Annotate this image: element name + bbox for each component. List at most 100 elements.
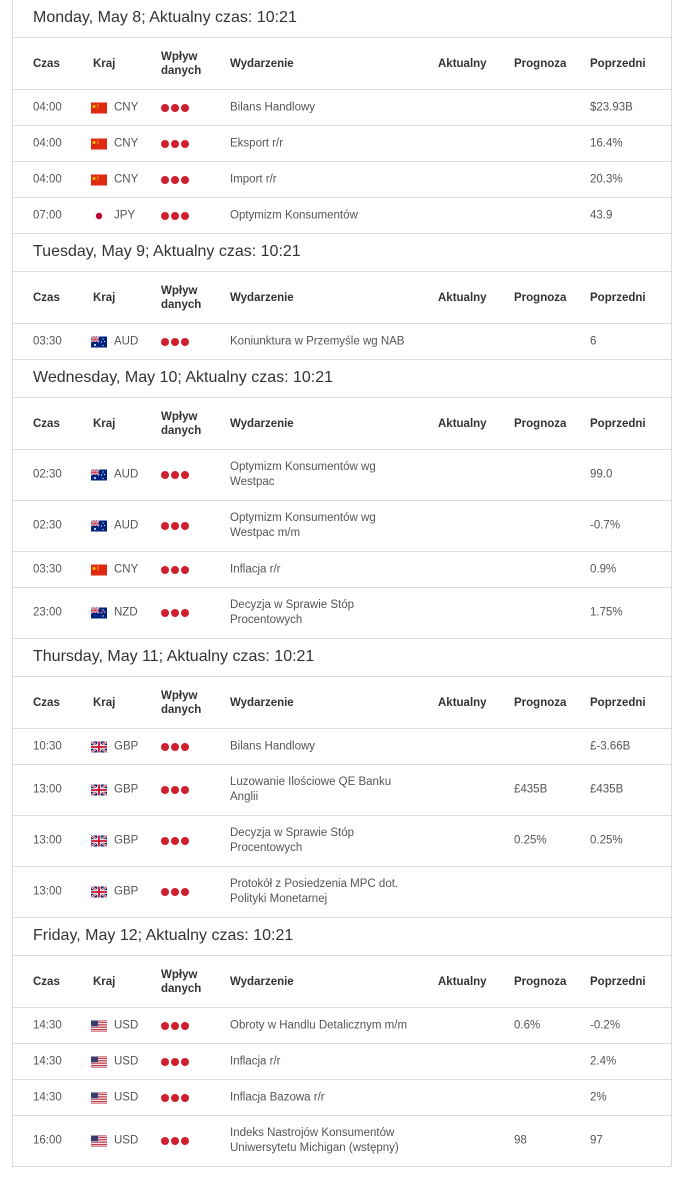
event-row[interactable]: 13:00 GBP Decyzja w Sprawie Stóp Procentow… [13,816,671,867]
currency-code: CNY [114,101,139,113]
event-row[interactable]: 14:30 USD Inflacja r/r 2.4% [13,1044,671,1080]
column-header-row: Czas Kraj Wydarzenie Aktualny Prognoza Poprze… [13,956,671,1008]
event-time: 10:30 [33,740,62,752]
impact-dot-icon [161,337,169,346]
column-header-country: Kraj [93,696,116,709]
event-row[interactable]: 02:30 AUD Optymizm Konsumentów wg Westpac … [13,501,671,552]
us-flag-icon [91,1020,107,1031]
event-name: Inflacja Bazowa r/r [230,1091,325,1103]
currency-code: USD [114,1091,139,1103]
au-flag-icon [91,469,107,481]
column-header-country: Kraj [93,57,116,70]
event-row[interactable]: 02:30 AUD Optymizm Konsumentów wg Westpac 9… [13,450,671,501]
economic-calendar: Monday, May 8; Aktualny czas: 10:21 Czas K… [12,0,672,1167]
impact-indicator [161,888,191,896]
event-row[interactable]: 07:00 JPY Optymizm Konsumentów 43.9 [13,198,671,234]
column-header-country: Kraj [93,291,116,304]
gb-flag-icon [91,835,107,847]
event-name: Koniunktura w Przemyśle wg NAB [230,335,405,347]
currency-code: AUD [114,519,139,532]
day-header: Friday, May 12; Aktualny czas: 10:21 [13,918,671,956]
event-time: 13:00 [33,885,62,898]
event-row[interactable]: 03:30 AUD Koniunktura w Przemyśle wg NAB 6 [13,324,671,360]
event-row[interactable]: 23:00 NZD Decyzja w Sprawie Stóp Procentow… [13,588,671,639]
column-header-previous: Poprzedni [590,291,646,304]
event-row[interactable]: 10:30 GBP Bilans Handlowy £-3.66B [13,729,671,765]
column-header-time: Czas [33,975,60,988]
impact-dot-icon [171,837,179,845]
event-country: AUD [91,519,138,534]
impact-indicator [161,175,191,184]
column-header-row: Czas Kraj Wydarzenie Aktualny Prognoza Poprze… [13,677,671,729]
impact-dot-icon [161,888,169,896]
impact-dot-icon [181,337,189,346]
event-row[interactable]: 04:00 CNY Eksport r/r 16.4% [13,126,671,162]
impact-dot-icon [181,1021,189,1030]
event-country: USD [91,1054,138,1069]
currency-code: USD [114,1019,139,1031]
day-header: Wednesday, May 10; Aktualny czas: 10:21 [13,360,671,398]
impact-dot-icon [171,565,179,574]
impact-dot-icon [181,522,189,530]
event-time: 03:30 [33,335,62,347]
column-header-time: Czas [33,696,60,709]
day-header: Monday, May 8; Aktualny czas: 10:21 [13,0,671,38]
event-forecast: £435B [514,783,548,796]
impact-indicator [161,211,191,220]
column-header-country: Kraj [93,417,116,430]
event-time: 23:00 [33,606,62,619]
event-country: AUD [91,334,138,349]
event-row[interactable]: 04:00 CNY Import r/r 20.3% [13,162,671,198]
event-name: Optymizm Konsumentów wg Westpac m/m [230,512,376,539]
impact-dot-icon [181,211,189,220]
event-row[interactable]: 14:30 USD Obroty w Handlu Detalicznym m/m 0… [13,1008,671,1044]
impact-dot-icon [161,1057,169,1066]
event-previous: 0.25% [590,834,623,847]
impact-dot-icon [171,471,179,479]
event-row[interactable]: 16:00 USD Indeks Nastrojów Konsumentów Uni… [13,1116,671,1167]
event-previous: 43.9 [590,209,613,221]
event-country: GBP [91,783,138,798]
event-name: Bilans Handlowy [230,101,316,113]
day-header: Thursday, May 11; Aktualny czas: 10:21 [13,639,671,677]
column-header-forecast: Prognoza [514,975,567,988]
event-row[interactable]: 14:30 USD Inflacja Bazowa r/r 2% [13,1080,671,1116]
impact-indicator [161,565,191,574]
column-header-impact-line2: danych [161,982,202,995]
impact-dot-icon [171,1093,179,1102]
event-row[interactable]: 04:00 CNY Bilans Handlowy $23.93B [13,90,671,126]
impact-dot-icon [171,522,179,530]
impact-indicator [161,337,191,346]
event-name: Obroty w Handlu Detalicznym m/m [230,1019,408,1031]
event-previous: 2% [590,1091,607,1103]
column-header-impact: Wpływ danych [161,410,201,438]
event-previous: 20.3% [590,173,623,185]
day-header: Tuesday, May 9; Aktualny czas: 10:21 [13,234,671,272]
column-header-impact-line2: danych [161,424,202,437]
impact-indicator [161,1137,191,1145]
event-row[interactable]: 03:30 CNY Inflacja r/r 0.9% [13,552,671,588]
event-time: 14:30 [33,1055,62,1067]
impact-dot-icon [171,742,179,751]
event-previous: 99.0 [590,468,613,481]
impact-dot-icon [161,565,169,574]
column-header-impact-line1: Wpływ [161,968,198,981]
event-name: Import r/r [230,173,277,185]
event-row[interactable]: 13:00 GBP Protokół z Posiedzenia MPC dot. … [13,867,671,918]
impact-dot-icon [181,837,189,845]
column-header-actual: Aktualny [438,696,487,709]
event-time: 14:30 [33,1019,62,1031]
impact-dot-icon [181,786,189,794]
column-header-impact: Wpływ danych [161,50,201,78]
impact-dot-icon [171,211,179,220]
event-row[interactable]: 13:00 GBP Luzowanie Ilościowe QE Banku Ang… [13,765,671,816]
column-header-previous: Poprzedni [590,417,646,430]
impact-indicator [161,1093,191,1102]
column-header-impact-line1: Wpływ [161,410,198,423]
column-header-actual: Aktualny [438,975,487,988]
currency-code: CNY [114,173,139,185]
column-header-event: Wydarzenie [230,57,294,70]
event-name: Decyzja w Sprawie Stóp Procentowych [230,827,354,854]
event-time: 13:00 [33,834,62,847]
event-previous: 6 [590,335,597,347]
